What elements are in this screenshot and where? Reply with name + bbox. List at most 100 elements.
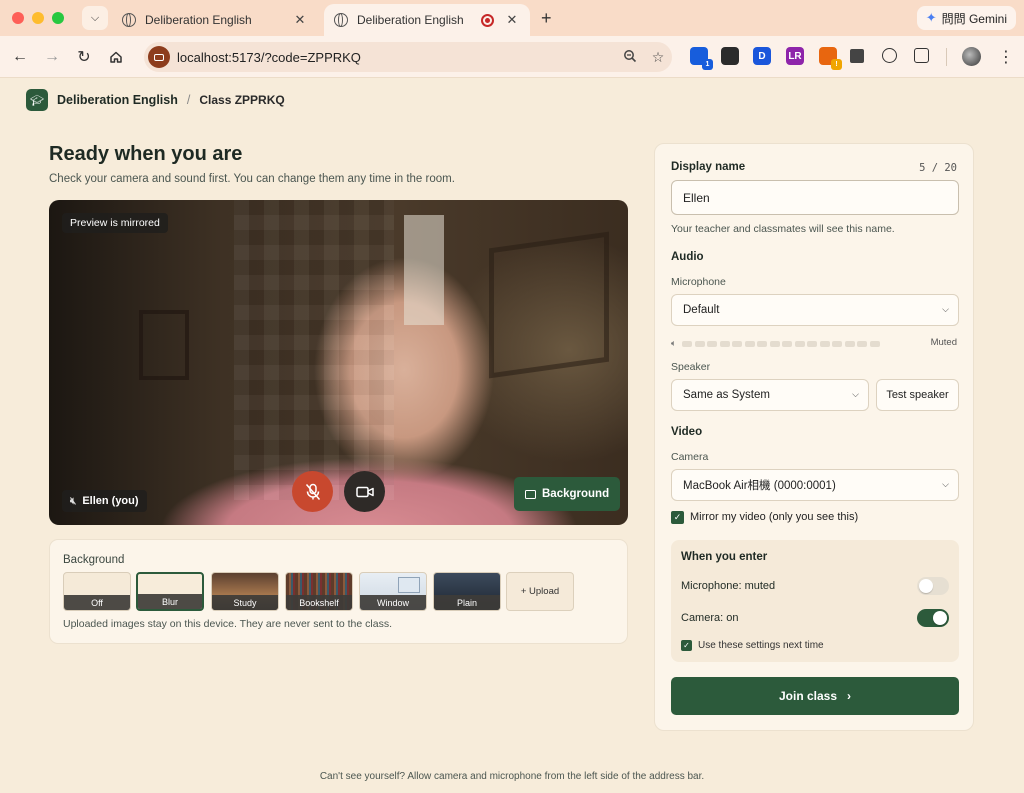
ext-burst-icon[interactable]: ! (819, 47, 842, 70)
mic-level-segment (794, 340, 805, 347)
chevron-down-icon: ⌵ (942, 479, 949, 489)
microphone-select[interactable]: Default ⌵ (671, 294, 959, 326)
chevron-down-icon: ⌵ (942, 304, 949, 314)
home-button[interactable] (105, 46, 127, 68)
ext-lr-icon[interactable]: LR (786, 47, 804, 65)
ext-download-icon[interactable] (721, 47, 739, 65)
mic-off-icon (305, 483, 320, 500)
video-section-title: Video (671, 426, 703, 438)
microphone-label: Microphone (671, 276, 726, 288)
background-option-label: Plain (434, 595, 500, 610)
upload-background-button[interactable]: + Upload (506, 572, 574, 611)
graduation-cap-icon: 🎓︎ (26, 89, 48, 111)
background-picker: Background Off Blur Study Bookshelf Window Pl… (49, 539, 628, 644)
tab-search-button[interactable]: ⌵ (82, 6, 108, 30)
reload-button[interactable]: ↻ (73, 46, 95, 68)
background-option-window[interactable]: Window (359, 572, 427, 611)
gemini-button[interactable]: ✦ 問問 Gemini (916, 6, 1016, 30)
ext-openai-icon[interactable] (882, 48, 897, 63)
camera-permission-icon[interactable] (148, 46, 170, 68)
class-code-label: Class ZPPRKQ (199, 93, 285, 107)
mic-level-segment (844, 340, 855, 347)
extension-badge: 1 (702, 59, 713, 70)
wall-picture (139, 310, 189, 380)
background-option-label: Study (212, 595, 278, 610)
background-option-off[interactable]: Off (63, 572, 131, 611)
brand-name[interactable]: Deliberation English (57, 93, 178, 107)
enter-mic-toggle[interactable] (917, 577, 949, 595)
audio-section-title: Audio (671, 251, 704, 263)
remember-settings-checkbox[interactable]: ✓ (681, 640, 692, 651)
hair-highlight (404, 215, 444, 325)
mic-level-segment (782, 340, 793, 347)
minimize-window-button[interactable] (32, 12, 44, 24)
background-option-plain[interactable]: Plain (433, 572, 501, 611)
mic-level-segment (807, 340, 818, 347)
toggle-mic-button[interactable] (292, 471, 333, 512)
bookmark-star-icon[interactable]: ☆ (644, 49, 672, 66)
mic-level-segment (744, 340, 755, 347)
camera-select[interactable]: MacBook Air相機 (0000:0001) ⌵ (671, 469, 959, 501)
chevron-down-icon: ⌵ (90, 11, 100, 24)
background-option-study[interactable]: Study (211, 572, 279, 611)
background-picker-title: Background (63, 554, 125, 566)
arrow-left-icon: ← (12, 48, 28, 65)
browser-menu-icon[interactable]: ⋮ (998, 47, 1014, 67)
browser-toolbar: ← → ↻ localhost:5173/?code=ZPPRKQ ☆ 1 D LR… (0, 36, 1024, 78)
mirror-video-checkbox[interactable]: ✓ (671, 511, 684, 524)
new-tab-button[interactable]: + (541, 8, 552, 29)
test-speaker-button[interactable]: Test speaker (876, 379, 959, 411)
mic-level-segments (682, 340, 882, 347)
ext-d-icon[interactable]: D (753, 47, 771, 65)
join-class-label: Join class (778, 689, 838, 703)
display-name-input[interactable] (671, 180, 959, 215)
breadcrumb-separator: / (186, 93, 191, 107)
ext-bar-icon[interactable] (850, 49, 864, 63)
char-count: 5 / 20 (919, 162, 957, 174)
reload-icon: ↻ (77, 49, 91, 66)
zoom-window-button[interactable] (52, 12, 64, 24)
extension-badge: ! (831, 59, 842, 70)
close-window-button[interactable] (12, 12, 24, 24)
when-you-enter-card: When you enter Microphone: muted Camera:… (671, 540, 959, 662)
video-camera-icon (355, 486, 374, 497)
remember-settings-label[interactable]: Use these settings next time (698, 640, 824, 651)
background-option-bookshelf[interactable]: Bookshelf (285, 572, 353, 611)
mic-muted-label: Muted (930, 337, 957, 348)
chevron-down-icon: ⌵ (852, 389, 859, 399)
mic-level-segment (682, 340, 693, 347)
join-class-button[interactable]: Join class › (671, 677, 959, 715)
background-button[interactable]: Background (514, 477, 621, 511)
ext-puzzle-icon[interactable] (914, 48, 929, 63)
mic-level-segment (832, 340, 843, 347)
recording-icon (481, 13, 494, 27)
mic-level-segment (707, 340, 718, 347)
camera-preview: Preview is mirrored 🔇︎ Ellen (you) Backg… (49, 200, 628, 525)
permission-hint: Can't see yourself? Allow camera and mic… (319, 771, 705, 782)
close-tab-icon[interactable]: ✕ (292, 12, 308, 28)
mic-level-segment (769, 340, 780, 347)
mirror-video-label[interactable]: Mirror my video (only you see this) (690, 511, 858, 523)
back-button[interactable]: ← (9, 46, 31, 68)
enter-camera-toggle[interactable] (917, 609, 949, 627)
mic-level-segment (819, 340, 830, 347)
url-text[interactable]: localhost:5173/?code=ZPPRKQ (177, 50, 616, 65)
close-tab-icon[interactable]: ✕ (504, 12, 520, 28)
zoom-icon[interactable] (616, 49, 644, 66)
background-option-label: Blur (138, 594, 202, 609)
display-name-help: Your teacher and classmates will see thi… (671, 223, 895, 235)
speaker-select[interactable]: Same as System ⌵ (671, 379, 869, 411)
forward-button[interactable]: → (41, 46, 63, 68)
self-name-label: Ellen (you) (82, 495, 139, 507)
toggle-camera-button[interactable] (344, 471, 385, 512)
address-bar[interactable]: localhost:5173/?code=ZPPRKQ ☆ (144, 42, 672, 72)
settings-panel: Display name 5 / 20 Your teacher and cla… (654, 143, 974, 731)
background-option-blur[interactable]: Blur (136, 572, 204, 611)
ext-bitwarden-icon[interactable]: 1 (690, 47, 713, 70)
browser-tab-2[interactable]: Deliberation English ✕ (324, 4, 530, 36)
when-you-enter-title: When you enter (681, 551, 768, 563)
toolbar-divider (946, 48, 947, 66)
profile-avatar[interactable] (962, 47, 981, 66)
mic-level-segment (719, 340, 730, 347)
browser-tab-1[interactable]: Deliberation English ✕ (112, 4, 318, 36)
